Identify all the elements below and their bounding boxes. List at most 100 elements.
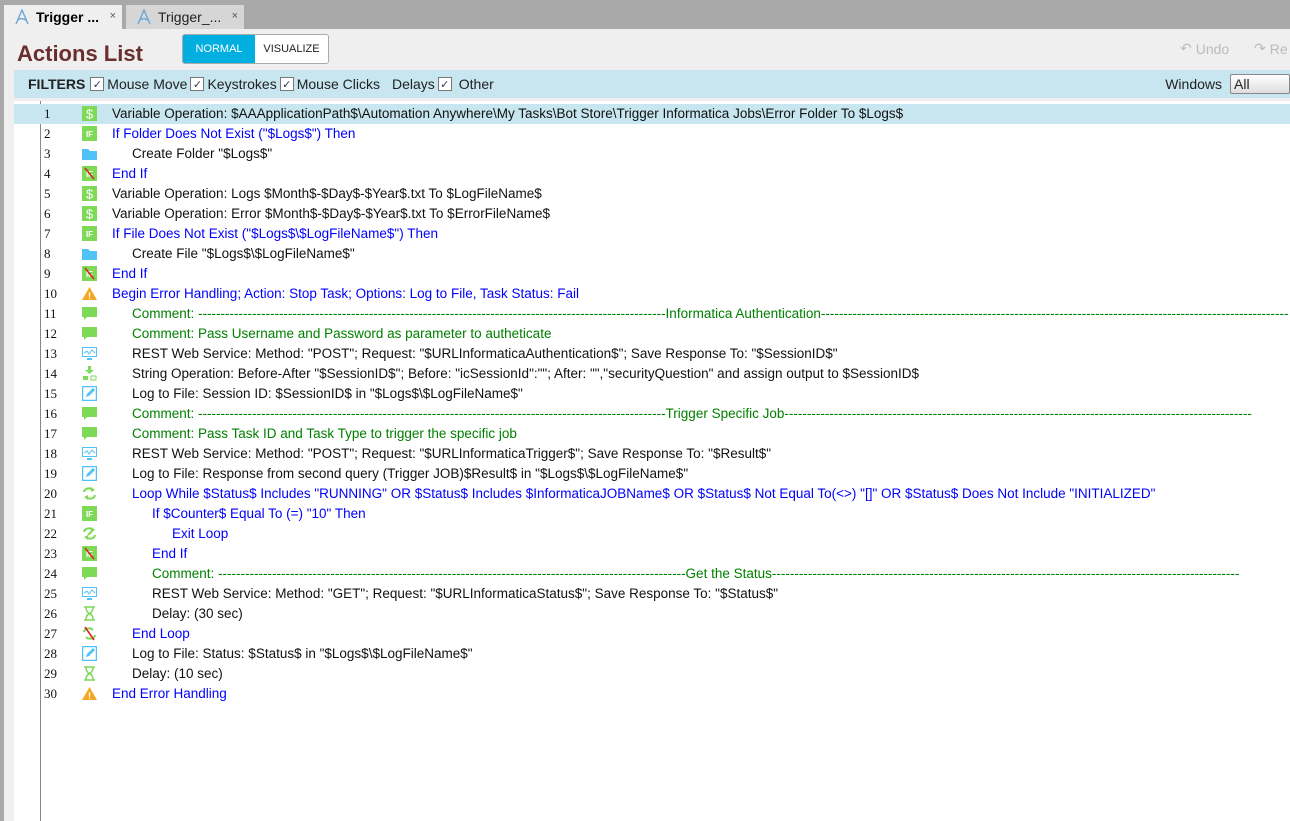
action-row[interactable]: 13 REST Web Service: Method: "POST"; Requ… <box>14 344 1290 364</box>
line-number: 1 <box>44 106 51 121</box>
tab-trigger-1[interactable]: Trigger ... × <box>4 5 122 29</box>
line-number: 4 <box>44 166 51 181</box>
action-row[interactable]: 28 Log to File: Status: $Status$ in "$Log… <box>14 644 1290 664</box>
action-row[interactable]: 5 $ Variable Operation: Logs $Month$-$Day$… <box>14 184 1290 204</box>
action-text: REST Web Service: Method: "POST"; Reques… <box>132 346 838 361</box>
line-number: 6 <box>44 206 51 221</box>
action-text: Loop While $Status$ Includes "RUNNING" O… <box>132 486 1156 501</box>
undo-label: Undo <box>1195 40 1230 57</box>
keystrokes-checkbox[interactable]: ✓ <box>190 77 205 91</box>
undo-button[interactable]: ↶ Undo <box>1180 40 1229 57</box>
action-text: REST Web Service: Method: "GET"; Request… <box>152 586 779 601</box>
action-row[interactable]: 8 Create File "$Logs$\$LogFileName$" <box>14 244 1290 264</box>
action-text: Comment: Pass Username and Password as p… <box>132 326 552 341</box>
line-number: 13 <box>44 346 57 361</box>
action-row[interactable]: 19 Log to File: Response from second quer… <box>14 464 1290 484</box>
action-text: Variable Operation: $AAApplicationPath$\… <box>112 106 904 121</box>
action-row[interactable]: 15 Log to File: Session ID: $SessionID$ i… <box>14 384 1290 404</box>
action-row[interactable]: 2 IF If Folder Does Not Exist ("$Logs$") T… <box>14 124 1290 144</box>
action-row[interactable]: 30! End Error Handling <box>14 684 1290 704</box>
line-number: 27 <box>44 626 57 641</box>
filter-label: Mouse Move <box>107 76 188 92</box>
line-number: 19 <box>44 466 57 481</box>
filter-label: Mouse Clicks <box>296 76 380 92</box>
svg-text:$: $ <box>86 207 94 222</box>
action-text: End If <box>112 266 148 281</box>
line-number: 14 <box>44 366 57 381</box>
action-row[interactable]: 12 Comment: Pass Username and Password as… <box>14 324 1290 344</box>
visualize-mode-button[interactable]: VISUALIZE <box>255 35 328 63</box>
action-row[interactable]: 27 End Loop <box>14 624 1290 644</box>
action-text: If Folder Does Not Exist ("$Logs$") Then <box>112 126 356 141</box>
windows-label: Windows <box>1165 76 1222 92</box>
action-row[interactable]: 11 Comment: -----------------------------… <box>14 304 1290 324</box>
action-row[interactable]: 20 Loop While $Status$ Includes "RUNNING"… <box>14 484 1290 504</box>
redo-icon: ↷ <box>1254 40 1266 56</box>
action-row[interactable]: 26 Delay: (30 sec) <box>14 604 1290 624</box>
action-text: Comment: -------------------------------… <box>132 406 1252 421</box>
action-row[interactable]: 7 IF If File Does Not Exist ("$Logs$\$LogF… <box>14 224 1290 244</box>
tab-trigger-2[interactable]: Trigger_... × <box>126 5 244 29</box>
line-number: 15 <box>44 386 57 401</box>
if-icon: IF <box>82 126 97 141</box>
action-row[interactable]: 9 IF End If <box>14 264 1290 284</box>
log-icon <box>82 466 97 481</box>
endif-icon: IF <box>82 546 97 561</box>
action-text: End If <box>112 166 148 181</box>
endif-icon: IF <box>82 266 97 281</box>
action-row[interactable]: 4 IF End If <box>14 164 1290 184</box>
redo-button[interactable]: ↷ Re <box>1254 40 1288 57</box>
action-text: Begin Error Handling; Action: Stop Task;… <box>112 286 579 301</box>
mouse-move-checkbox[interactable]: ✓ <box>90 77 105 91</box>
filter-label: Keystrokes <box>207 76 277 92</box>
comment-icon <box>82 567 97 580</box>
windows-select[interactable]: All <box>1230 74 1290 94</box>
line-number: 8 <box>44 246 51 261</box>
action-text: Log to File: Session ID: $SessionID$ in … <box>132 386 523 401</box>
action-row[interactable]: 25 REST Web Service: Method: "GET"; Reque… <box>14 584 1290 604</box>
close-icon[interactable]: × <box>110 10 116 22</box>
line-number: 24 <box>44 566 57 581</box>
dollar-icon: $ <box>82 106 97 121</box>
normal-mode-button[interactable]: NORMAL <box>183 35 255 63</box>
line-number: 20 <box>44 486 57 501</box>
dollar-icon: $ <box>82 206 97 221</box>
actions-list: 1 $ Variable Operation: $AAApplicationPath… <box>14 101 1290 821</box>
svg-text:!: ! <box>88 691 91 701</box>
svg-text:IF: IF <box>86 510 93 519</box>
action-text: Comment: -------------------------------… <box>152 566 1240 581</box>
undo-icon: ↶ <box>1180 40 1192 56</box>
action-text: Log to File: Response from second query … <box>132 466 689 481</box>
line-number: 7 <box>44 226 51 241</box>
action-row[interactable]: 29 Delay: (10 sec) <box>14 664 1290 684</box>
svg-text:IF: IF <box>86 130 93 139</box>
redo-label: Re <box>1269 40 1288 57</box>
filter-label: Delays <box>391 76 435 92</box>
action-row[interactable]: 14 String Operation: Before-After "$Sessi… <box>14 364 1290 384</box>
line-number: 23 <box>44 546 57 561</box>
action-row[interactable]: 24 Comment: -----------------------------… <box>14 564 1290 584</box>
action-text: REST Web Service: Method: "POST"; Reques… <box>132 446 772 461</box>
line-number: 21 <box>44 506 57 521</box>
svg-text:$: $ <box>86 187 94 202</box>
action-row[interactable]: 10! Begin Error Handling; Action: Stop Ta… <box>14 284 1290 304</box>
svg-text:$: $ <box>86 107 94 122</box>
log-icon <box>82 386 97 401</box>
svg-text:IF: IF <box>86 230 93 239</box>
action-row[interactable]: 16 Comment: -----------------------------… <box>14 404 1290 424</box>
action-row[interactable]: 22 Exit Loop <box>14 524 1290 544</box>
action-row[interactable]: 21 IF If $Counter$ Equal To (=) "10" Then <box>14 504 1290 524</box>
action-text: Delay: (30 sec) <box>152 606 243 621</box>
tab-label: Trigger ... <box>36 9 100 25</box>
close-icon[interactable]: × <box>232 10 238 22</box>
mouse-clicks-checkbox[interactable]: ✓ <box>279 77 294 91</box>
action-row[interactable]: 17 Comment: Pass Task ID and Task Type to… <box>14 424 1290 444</box>
action-row[interactable]: 6 $ Variable Operation: Error $Month$-$Day… <box>14 204 1290 224</box>
action-row[interactable]: 18 REST Web Service: Method: "POST"; Requ… <box>14 444 1290 464</box>
action-row[interactable]: 3 Create Folder "$Logs$" <box>14 144 1290 164</box>
delays-checkbox[interactable]: ✓ <box>437 77 452 91</box>
action-row[interactable]: 1 $ Variable Operation: $AAApplicationPath… <box>14 104 1290 124</box>
filters-label: FILTERS <box>28 76 86 92</box>
endif-icon: IF <box>82 166 97 181</box>
action-row[interactable]: 23 IF End If <box>14 544 1290 564</box>
